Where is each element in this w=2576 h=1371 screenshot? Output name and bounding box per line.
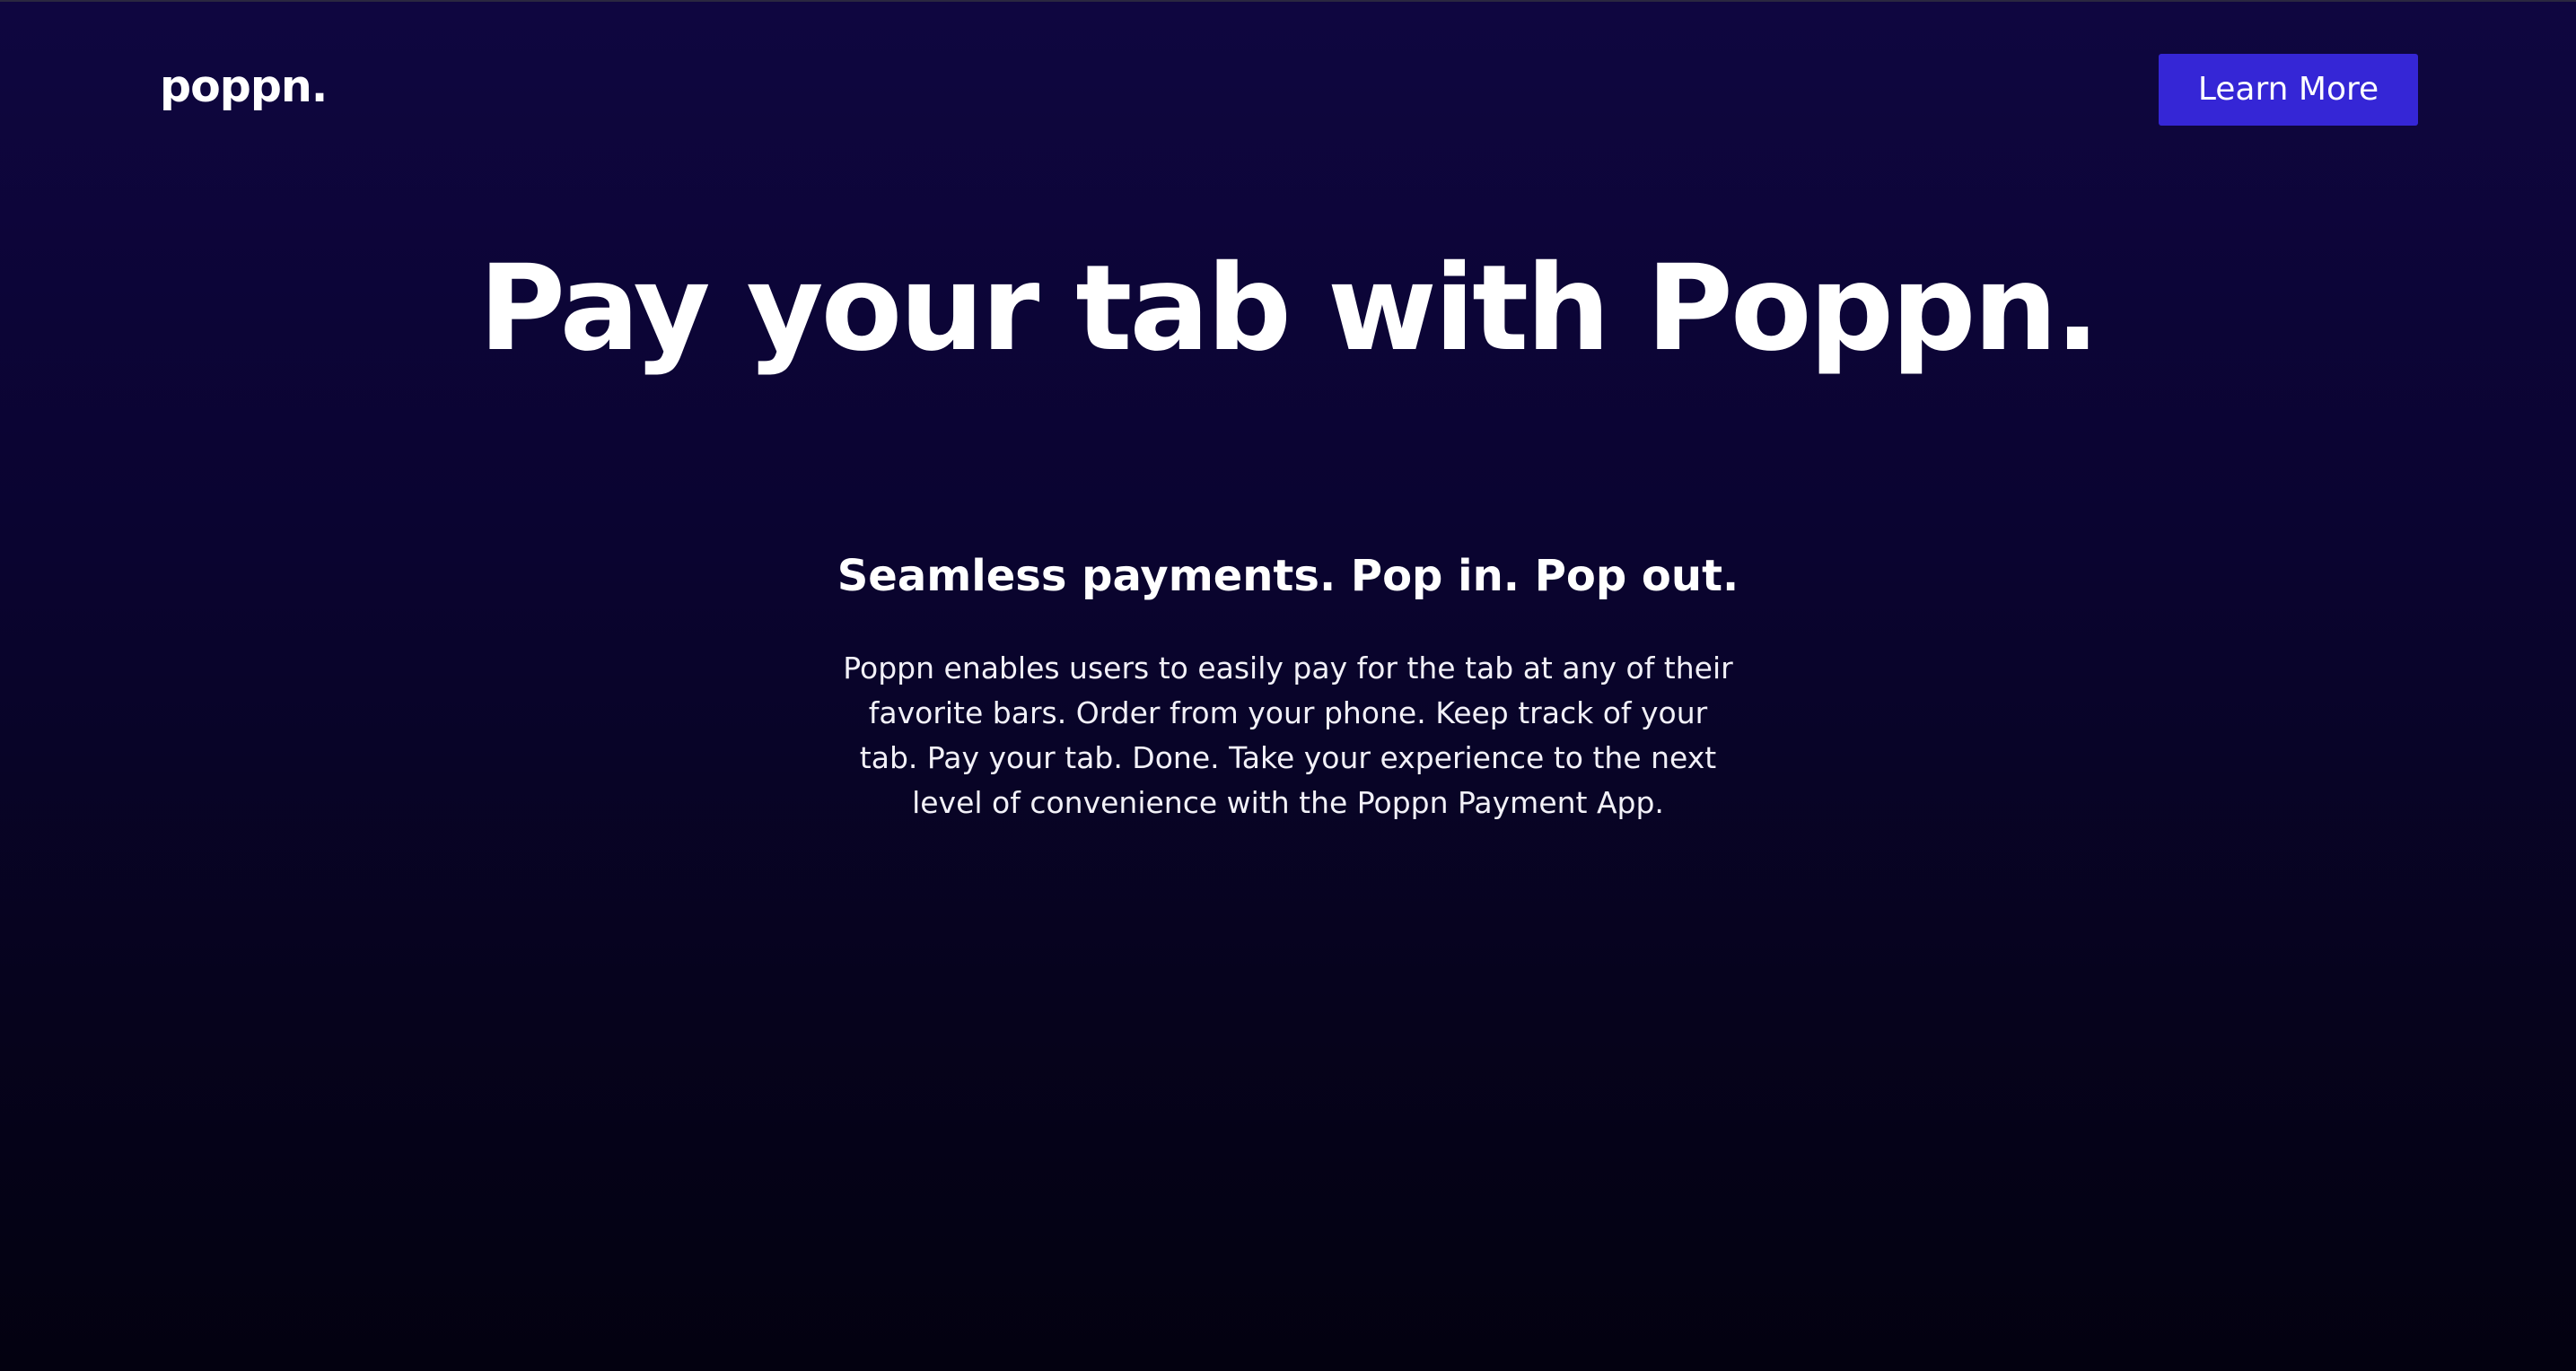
hero-description: Poppn enables users to easily pay for th… [843, 651, 1733, 820]
hero-subtitle: Seamless payments. Pop in. Pop out. [837, 551, 1739, 601]
learn-more-button[interactable]: Learn More [2159, 54, 2418, 126]
brand-logo[interactable]: poppn. [160, 65, 328, 109]
hero-title: Pay your tab with Poppn. [478, 240, 2099, 378]
landing-page: poppn. Learn More Pay your tab with Popp… [0, 0, 2576, 1371]
